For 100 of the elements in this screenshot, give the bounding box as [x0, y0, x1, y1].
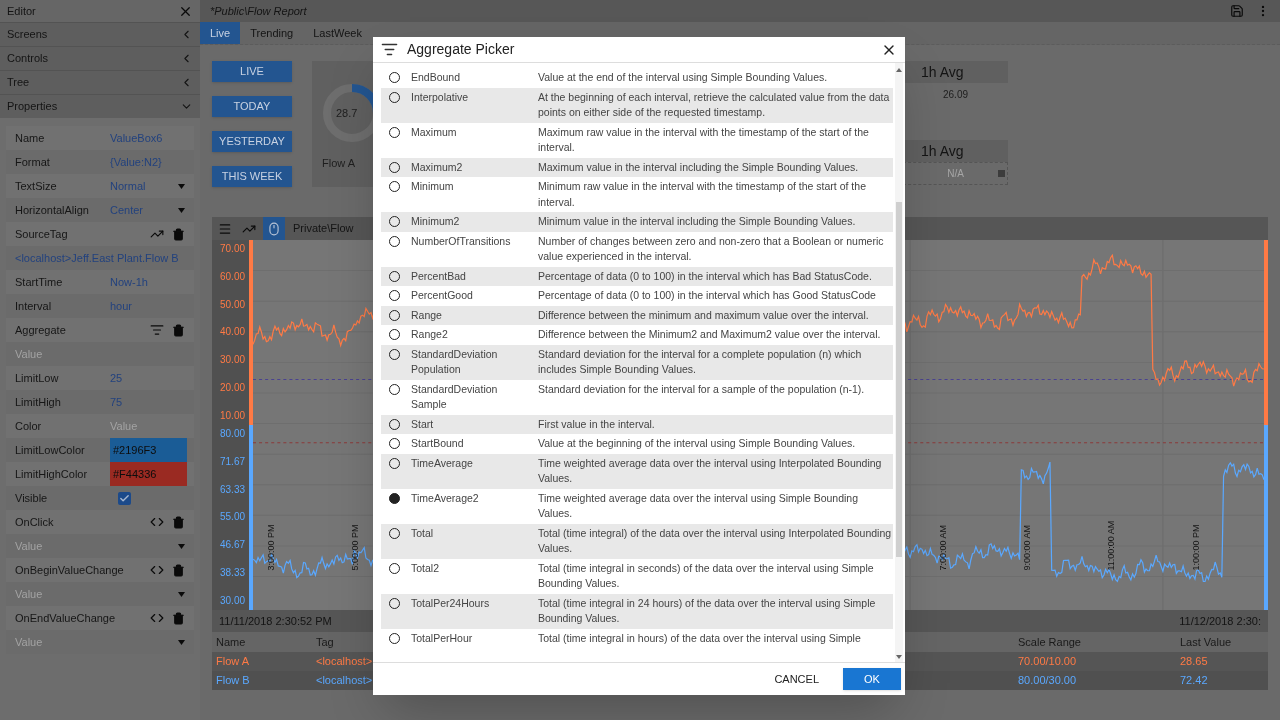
delete-icon[interactable]: [172, 227, 185, 241]
option-name: Maximum2: [411, 159, 464, 175]
tab[interactable]: Trending: [240, 22, 304, 44]
option-name: TimeAverage2: [411, 490, 480, 506]
aggregate-option[interactable]: TimeAverage Time weighted average data over the interval using Interpolated Bounding Values.: [381, 453, 893, 489]
value-box-value: 26.09: [943, 88, 968, 102]
start-time: 11/11/2018 2:30:52 PM: [219, 613, 332, 629]
period-button[interactable]: YESTERDAY: [212, 131, 292, 152]
gauge-label: Flow A: [322, 156, 355, 171]
aggregate-option[interactable]: Interpolative At the beginning of each interval, retrieve the calculated value from the data points on either side of the requested timestamp.: [381, 87, 893, 123]
save-icon[interactable]: [1230, 4, 1244, 18]
option-description: Value at the end of the interval using Simple Bounding Values.: [538, 70, 829, 85]
axis-tick-label: 63.33: [220, 483, 247, 496]
trend-title: Private\Flow: [293, 221, 354, 237]
code-icon[interactable]: [150, 611, 164, 625]
property-label: HorizontalAlign: [15, 202, 90, 218]
time-axis-label: 3:00:00 PM: [264, 523, 277, 570]
resize-handle[interactable]: [998, 170, 1005, 177]
option-description: Standard deviation for the interval for a sample of the population (n-1).: [538, 381, 866, 397]
period-button[interactable]: TODAY: [212, 96, 292, 117]
axis-tick-label: 55.00: [220, 511, 247, 524]
caret-icon: [178, 543, 185, 549]
property-label: Format: [15, 154, 51, 170]
section-header[interactable]: Properties: [0, 94, 200, 118]
table-cell-text: 80.00/30.00: [1018, 673, 1078, 689]
axis-tick-label: 50.00: [220, 298, 247, 311]
aggregate-option[interactable]: Start First value in the interval.: [381, 414, 893, 434]
time-axis-label: 7:00:00 AM: [936, 524, 949, 570]
option-description: Difference between the Minimum2 and Maximum2 value over the interval.: [538, 327, 882, 342]
caret-icon: [178, 639, 185, 645]
end-time: 11/12/2018 2:30:: [1179, 613, 1261, 629]
delete-icon[interactable]: [172, 515, 185, 529]
option-description: At the beginning of each interval, retrieve the calculated value from the data points on either side of the requested timestamp.: [538, 89, 891, 120]
code-icon[interactable]: [150, 515, 164, 529]
property-label: Color: [15, 418, 43, 434]
period-button[interactable]: LIVE: [212, 61, 292, 82]
period-button[interactable]: THIS WEEK: [212, 166, 292, 187]
ok-button[interactable]: OK: [843, 668, 901, 690]
delete-icon[interactable]: [172, 563, 185, 577]
radio-button[interactable]: [389, 492, 400, 504]
section-header[interactable]: Screens: [0, 22, 200, 46]
axis-tick-label: 10.00: [220, 409, 247, 422]
option-name: NumberOfTransitions: [411, 233, 512, 249]
aggregate-option[interactable]: Total Total (time integral) of the data over the interval using Interpolated Bounding Values.: [381, 523, 893, 559]
delete-icon[interactable]: [172, 323, 185, 337]
option-description: Total (time integral in hours) of the data over the interval using Simple: [538, 630, 862, 646]
aggregate-option[interactable]: TotalPer24Hours Total (time integral in 24 hours) of the data over the interval using Simple Bounding Values.: [381, 593, 893, 629]
table-cell-text: <localhost>: [316, 673, 374, 689]
option-name: Total: [411, 525, 435, 541]
option-description: Maximum raw value in the interval with the timestamp of the start of the interval.: [538, 124, 870, 155]
column-header: Scale Range: [1018, 634, 1082, 650]
tab[interactable]: Live: [200, 22, 241, 44]
option-description: First value in the interval.: [538, 416, 656, 432]
axis-tick-label: 20.00: [220, 382, 247, 395]
axis-tick-label: 30.00: [220, 354, 247, 367]
aggregate-option[interactable]: PercentBad Percentage of data (0 to 100) in the interval which has Bad StatusCode.: [381, 266, 893, 286]
scroll-up-icon[interactable]: [896, 68, 902, 72]
scrollbar-thumb[interactable]: [896, 202, 902, 557]
panel-title: Editor: [7, 3, 36, 19]
property-label: LimitLow: [15, 370, 60, 386]
option-description: Time weighted average data over the interval using Simple Bounding Values.: [538, 490, 860, 521]
option-name: TotalPer24Hours: [411, 595, 491, 611]
aggregate-option[interactable]: Minimum2 Minimum value in the interval including the Simple Bounding Values.: [381, 212, 893, 232]
table-cell-text: 72.42: [1180, 673, 1209, 689]
scroll-down-icon[interactable]: [896, 655, 902, 659]
aggregate-option[interactable]: Maximum2 Maximum value in the interval including the Simple Bounding Values.: [381, 157, 893, 177]
option-description: Total (time integral) of the data over the interval using Interpolated Bounding Values.: [538, 525, 893, 556]
code-icon[interactable]: [150, 563, 164, 577]
property-label: SourceTag: [15, 226, 69, 242]
time-axis-label: 1:00:00 PM: [1189, 523, 1202, 570]
axis-tick-label: 40.00: [220, 326, 247, 339]
checkbox[interactable]: [118, 491, 131, 505]
axis-tick-label: 38.33: [220, 567, 247, 580]
option-name: Maximum: [411, 124, 458, 140]
table-cell-text: Flow B: [216, 673, 251, 689]
option-name: Range: [411, 307, 443, 323]
table-cell-text: Flow A: [216, 654, 250, 670]
option-name: TotalPerHour: [411, 630, 474, 646]
property-label: Visible: [15, 490, 49, 506]
section-header[interactable]: Tree: [0, 70, 200, 94]
dialog-title: Aggregate Picker: [407, 40, 515, 59]
aggregate-option[interactable]: Range Difference between the minimum and maximum value over the interval.: [381, 305, 893, 325]
property-label: LimitHigh: [15, 394, 62, 410]
aggregate-option[interactable]: StandardDeviation Population Standard deviation for the interval for a complete population (n) which includes Simple Bounding Values.: [381, 344, 893, 380]
option-description: Time weighted average data over the interval using Interpolated Bounding Values.: [538, 455, 883, 486]
property-label: LimitLowColor: [15, 442, 86, 458]
property-label: LimitHighColor: [15, 466, 89, 482]
delete-icon[interactable]: [172, 611, 185, 625]
axis-tick-label: 46.67: [220, 539, 247, 552]
color-field[interactable]: #2196F3: [110, 438, 187, 462]
axis-tick-label: 60.00: [220, 270, 247, 283]
column-header: Last Value: [1180, 634, 1233, 650]
cancel-button[interactable]: CANCEL: [762, 668, 831, 690]
axis-tick-label: 80.00: [220, 428, 247, 440]
section-header[interactable]: Controls: [0, 46, 200, 70]
mouse-button[interactable]: [263, 217, 285, 240]
option-description: Total (time integral in 24 hours) of the data over the interval using Simple Bounding Values.: [538, 595, 877, 626]
filter-icon[interactable]: [150, 323, 164, 337]
column-header: Name: [216, 634, 247, 650]
tab[interactable]: LastWeek: [303, 22, 372, 44]
